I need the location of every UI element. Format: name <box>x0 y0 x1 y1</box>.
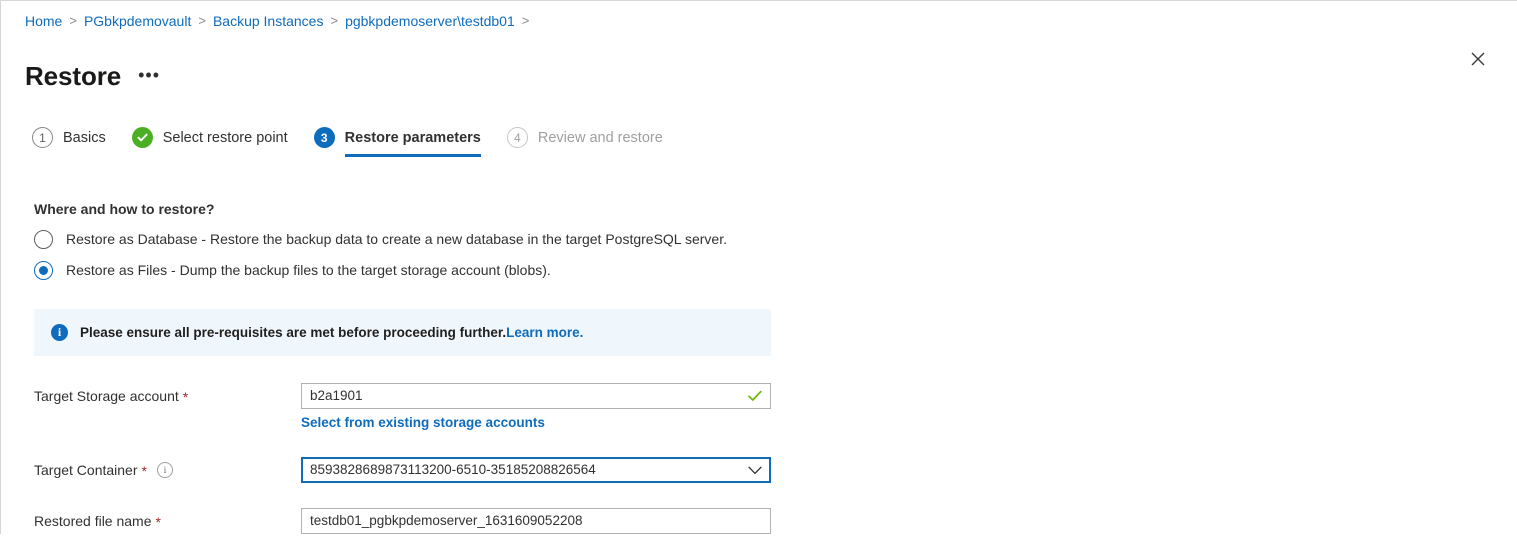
field-label-wrapper: Target Storage account * <box>34 383 301 407</box>
restore-blade: Home > PGbkpdemovault > Backup Instances… <box>0 0 1517 534</box>
close-icon[interactable] <box>1465 46 1491 72</box>
breadcrumb-separator-icon: > <box>521 13 530 28</box>
active-step-underline <box>344 154 481 157</box>
more-options-icon[interactable]: ••• <box>138 66 160 84</box>
wizard-step-label: Review and restore <box>537 129 663 146</box>
restored-file-name-input[interactable]: testdb01_pgbkpdemoserver_1631609052208 <box>301 508 771 534</box>
field-control: testdb01_pgbkpdemoserver_1631609052208 <box>301 508 774 534</box>
field-label-wrapper: Restored file name * <box>34 508 301 532</box>
field-control: b2a1901 Select from existing storage acc… <box>301 383 774 430</box>
required-indicator: * <box>155 514 161 530</box>
wizard-step-review-and-restore[interactable]: 4 Review and restore <box>506 127 663 157</box>
field-restored-file-name: Restored file name * testdb01_pgbkpdemos… <box>34 508 774 534</box>
field-label-wrapper: Target Container * i <box>34 457 301 481</box>
info-icon: i <box>51 324 68 341</box>
step-number-badge: 3 <box>313 127 335 148</box>
restore-parameters-form: Target Storage account * b2a1901 Select … <box>34 383 774 543</box>
title-row: Restore ••• <box>25 43 160 110</box>
breadcrumb-item-instance[interactable]: pgbkpdemoserver\testdb01 <box>345 12 515 30</box>
info-tooltip-icon[interactable]: i <box>156 462 173 478</box>
input-value: testdb01_pgbkpdemoserver_1631609052208 <box>310 513 583 528</box>
form-spacer <box>34 430 774 457</box>
step-number-badge: 1 <box>32 127 53 148</box>
wizard-step-basics[interactable]: 1 Basics <box>32 127 106 157</box>
breadcrumb-separator-icon: > <box>330 13 339 28</box>
restore-type-radio-group: Restore as Database - Restore the backup… <box>34 229 727 291</box>
wizard-step-select-restore-point[interactable]: Select restore point <box>131 127 288 157</box>
radio-restore-as-database[interactable]: Restore as Database - Restore the backup… <box>34 229 727 249</box>
step-number-badge: 4 <box>506 127 528 148</box>
field-target-storage-account: Target Storage account * b2a1901 Select … <box>34 383 774 430</box>
field-label: Restored file name <box>34 513 152 529</box>
page-title: Restore <box>25 61 122 92</box>
chevron-down-icon[interactable] <box>748 466 762 475</box>
required-indicator: * <box>141 463 147 479</box>
radio-label: Restore as Files - Dump the backup files… <box>66 262 551 278</box>
breadcrumb-separator-icon: > <box>198 13 206 28</box>
radio-button-icon <box>34 229 53 249</box>
form-spacer <box>34 492 774 508</box>
section-title: Where and how to restore? <box>34 201 215 217</box>
radio-button-selected-icon <box>34 260 53 280</box>
learn-more-link[interactable]: Learn more. <box>506 325 583 340</box>
radio-restore-as-files[interactable]: Restore as Files - Dump the backup files… <box>34 260 727 280</box>
breadcrumb: Home > PGbkpdemovault > Backup Instances… <box>25 12 536 30</box>
field-label: Target Container <box>34 462 138 478</box>
wizard-step-label: Select restore point <box>162 129 288 146</box>
input-value: b2a1901 <box>310 388 363 403</box>
field-target-container: Target Container * i 8593828689873113200… <box>34 457 774 483</box>
wizard-steps: 1 Basics Select restore point 3 Restore … <box>32 127 689 157</box>
breadcrumb-item-home[interactable]: Home <box>25 12 62 30</box>
wizard-step-label: Basics <box>63 129 106 146</box>
check-circle-icon <box>131 127 153 148</box>
target-container-dropdown[interactable]: 8593828689873113200-6510-35185208826564 <box>301 457 771 483</box>
info-banner-text: Please ensure all pre-requisites are met… <box>80 325 507 340</box>
breadcrumb-item-backup-instances[interactable]: Backup Instances <box>213 12 324 30</box>
field-control: 8593828689873113200-6510-35185208826564 <box>301 457 774 483</box>
prerequisites-info-banner: i Please ensure all pre-requisites are m… <box>34 309 771 356</box>
wizard-step-label: Restore parameters <box>344 129 481 146</box>
wizard-step-restore-parameters[interactable]: 3 Restore parameters <box>313 127 481 157</box>
breadcrumb-separator-icon: > <box>69 13 77 28</box>
input-value: 8593828689873113200-6510-35185208826564 <box>310 462 596 477</box>
radio-label: Restore as Database - Restore the backup… <box>66 231 727 247</box>
validation-check-icon <box>748 390 762 402</box>
breadcrumb-item-vault[interactable]: PGbkpdemovault <box>84 12 191 30</box>
field-label: Target Storage account <box>34 388 179 404</box>
required-indicator: * <box>182 389 189 405</box>
select-existing-storage-accounts-link[interactable]: Select from existing storage accounts <box>301 415 774 430</box>
storage-account-input[interactable]: b2a1901 <box>301 383 771 409</box>
